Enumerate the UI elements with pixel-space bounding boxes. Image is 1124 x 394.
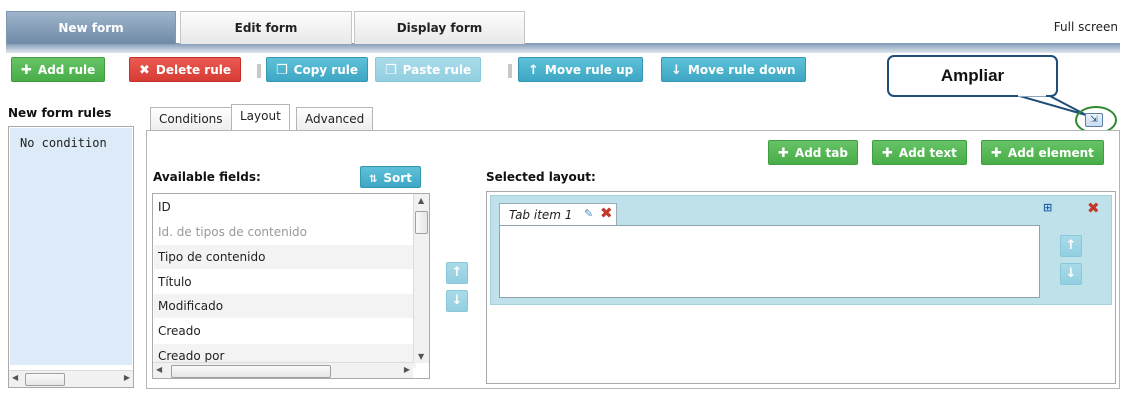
rules-list: No condition ◀ ▶ [8,126,134,388]
sort-label: Sort [383,171,412,185]
selected-layout-label: Selected layout: [486,170,596,184]
move-field-down-button[interactable]: ↓ [446,290,468,312]
arrow-down-icon: ↓ [451,293,463,308]
plus-icon: ✚ [991,146,1002,161]
tab-layout[interactable]: Layout [231,104,290,131]
toolbar-separator [257,64,261,78]
available-fields-label: Available fields: [153,170,261,184]
plus-icon: ✚ [778,146,789,161]
add-tab-icon[interactable]: ⊞ [1043,201,1052,214]
rule-item[interactable]: No condition [10,128,132,365]
tab-new-form[interactable]: New form [6,11,176,44]
paste-icon: ❐ [385,63,397,78]
scroll-up-icon[interactable]: ▲ [418,196,424,205]
callout-tail [1015,94,1087,116]
expand-icon[interactable]: ⇲ [1085,113,1103,127]
sort-button[interactable]: ⇅ Sort [360,166,421,188]
tab-advanced[interactable]: Advanced [296,107,374,131]
callout-text: Ampliar [940,66,1005,85]
scroll-down-icon[interactable]: ▼ [418,352,424,361]
plus-icon: ✚ [21,63,32,78]
field-item[interactable]: Modificado [154,294,416,318]
sort-az-icon: ⇅ [369,174,378,185]
arrow-up-icon: ↑ [451,265,463,280]
pencil-icon[interactable]: ✎ [584,207,593,220]
tab-bar-underline [6,43,1120,53]
move-rule-up-button[interactable]: ↑ Move rule up [518,57,644,82]
scroll-thumb[interactable] [171,365,331,378]
add-text-label: Add text [898,146,957,160]
copy-rule-label: Copy rule [293,63,359,77]
toolbar-separator [508,64,512,78]
scroll-thumb[interactable] [25,373,65,386]
available-fields-list: ID Id. de tipos de contenido Tipo de con… [152,193,430,379]
arrow-down-icon: ↓ [671,63,682,78]
full-screen-link[interactable]: Full screen [1054,20,1118,34]
add-element-label: Add element [1007,146,1094,160]
fields-vertical-scrollbar[interactable]: ▲ ▼ [413,194,429,363]
arrow-down-icon: ↓ [1065,266,1077,281]
field-item[interactable]: Creado [154,319,416,343]
field-item[interactable]: Id. de tipos de contenido [154,220,416,244]
field-item[interactable]: ID [154,195,416,219]
move-rule-down-button[interactable]: ↓ Move rule down [661,57,806,82]
copy-icon: ❐ [276,63,288,78]
add-rule-label: Add rule [37,63,96,77]
top-tab-strip: New form Edit form Display form Full scr… [0,0,1124,53]
delete-rule-label: Delete rule [155,63,232,77]
add-tab-button[interactable]: ✚ Add tab [768,140,858,165]
move-tab-down-button[interactable]: ↓ [1060,263,1082,285]
scroll-right-icon[interactable]: ▶ [124,373,130,382]
arrow-up-icon: ↑ [528,63,539,78]
tab-conditions[interactable]: Conditions [150,107,232,131]
field-item[interactable]: Título [154,270,416,294]
add-text-button[interactable]: ✚ Add text [872,140,967,165]
move-tab-up-button[interactable]: ↑ [1060,235,1082,257]
add-tab-label: Add tab [794,146,848,160]
field-item[interactable]: Tipo de contenido [154,245,416,269]
rules-panel-title: New form rules [8,106,112,120]
copy-rule-button[interactable]: ❐ Copy rule [266,57,369,82]
plus-icon: ✚ [882,146,893,161]
move-rule-up-label: Move rule up [544,63,634,77]
tab-edit-form[interactable]: Edit form [180,11,352,44]
paste-rule-button[interactable]: ❐ Paste rule [375,57,482,82]
scroll-right-icon[interactable]: ▶ [404,365,410,374]
tab-item-title: Tab item 1 [509,208,573,222]
add-element-button[interactable]: ✚ Add element [981,140,1104,165]
scroll-thumb[interactable] [415,211,428,234]
move-rule-down-label: Move rule down [687,63,796,77]
scroll-left-icon[interactable]: ◀ [156,365,162,374]
delete-tab-item-icon[interactable]: ✖ [600,204,613,222]
arrow-up-icon: ↑ [1065,238,1077,253]
add-rule-button[interactable]: ✚ Add rule [11,57,106,82]
move-field-up-button[interactable]: ↑ [446,262,468,284]
callout-box: Ampliar [887,55,1058,97]
tab-item-body [499,225,1040,298]
delete-rule-button[interactable]: ✖ Delete rule [129,57,242,82]
fields-horizontal-scrollbar[interactable]: ◀ ▶ [153,362,413,378]
delete-tab-container-icon[interactable]: ✖ [1087,199,1100,217]
rules-horizontal-scrollbar[interactable]: ◀ ▶ [9,370,133,387]
scroll-left-icon[interactable]: ◀ [12,373,18,382]
paste-rule-label: Paste rule [402,63,472,77]
x-icon: ✖ [139,63,150,78]
tab-display-form[interactable]: Display form [354,11,525,44]
